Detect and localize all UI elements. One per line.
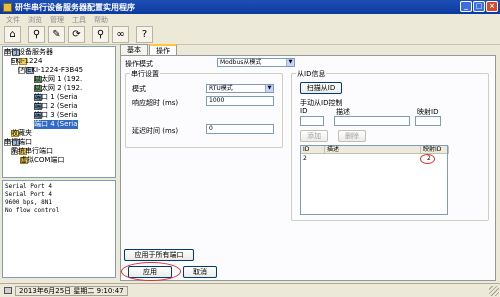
mode-label: 模式 xyxy=(132,85,146,93)
col-id[interactable]: ID xyxy=(301,146,325,154)
app-icon xyxy=(3,2,12,12)
cancel-button[interactable]: 取消 xyxy=(183,266,217,278)
menu-view[interactable]: 浏览 xyxy=(28,15,42,25)
serial-settings-title: 串行设置 xyxy=(130,69,160,79)
status-bar: 2013年6月25日 星期二 9:10:47 xyxy=(0,283,500,297)
tree-node-virtual-com[interactable]: 虚拟COM端口 xyxy=(4,156,114,165)
tree-node-eth1[interactable]: 以太网 1 (192. xyxy=(4,75,114,84)
status-datetime: 2013年6月25日 星期二 9:10:47 xyxy=(15,285,128,296)
col-description[interactable]: 描述 xyxy=(325,146,421,154)
edit-icon[interactable]: ✎ xyxy=(48,26,65,43)
title-bar: 研华串行设备服务器配置实用程序 _ □ × xyxy=(0,0,500,14)
chevron-down-icon[interactable]: ▼ xyxy=(286,59,294,66)
operation-panel: 操作模式 Modbus从模式 ▼ 串行设置 模式 RTU模式 ▼ 响应超时 (m… xyxy=(120,55,496,281)
row-id: 2 xyxy=(303,155,307,162)
tree-node-server[interactable]: - (*)EKI-1224-F3B45 xyxy=(4,66,114,75)
info-line: Serial Port 4 xyxy=(5,183,52,190)
computer-icon[interactable]: ⌂ xyxy=(4,26,21,43)
menu-file[interactable]: 文件 xyxy=(6,15,20,25)
tab-strip: 基本 操作 xyxy=(120,44,178,56)
add-button[interactable]: 添加 xyxy=(300,130,328,142)
window-title: 研华串行设备服务器配置实用程序 xyxy=(15,2,135,12)
chevron-down-icon[interactable]: ▼ xyxy=(265,85,273,92)
menu-tools[interactable]: 工具 xyxy=(72,15,86,25)
serial-settings-group: 串行设置 模式 RTU模式 ▼ 响应超时 (ms) 1000 延迟时间 (ms)… xyxy=(125,69,283,148)
highlight-circle xyxy=(420,154,435,164)
binoculars-icon[interactable]: ∞ xyxy=(112,26,129,43)
slave-id-list[interactable]: ID 描述 映射ID 2 2 xyxy=(300,145,449,215)
response-timeout-input[interactable]: 1000 xyxy=(206,96,274,106)
device-tree[interactable]: - 串行设备服务器 - EKI-1224 - (*)EKI-1224-F3B45 以太… xyxy=(2,46,116,178)
info-line: Serial Port 4 xyxy=(5,191,52,198)
scan-slave-id-button[interactable]: 扫描从ID xyxy=(300,82,342,94)
apply-all-ports-button[interactable]: 应用于所有端口 xyxy=(124,249,194,261)
mapped-id-input[interactable] xyxy=(415,116,441,126)
tree-node-favorites[interactable]: 收藏夹 xyxy=(4,129,114,138)
menu-bar: 文件 浏览 管理 工具 帮助 xyxy=(0,14,500,25)
tree-node-port3[interactable]: 端口 3 (Seria xyxy=(4,111,114,120)
info-line: No flow control xyxy=(5,207,60,214)
info-panel: Serial Port 4 Serial Port 4 9600 bps, 8N… xyxy=(2,180,116,278)
menu-manage[interactable]: 管理 xyxy=(50,15,64,25)
slave-id-group: 从ID信息 扫描从ID 手动从ID控制 ID 描述 映射ID 添加 删除 ID … xyxy=(291,69,489,221)
delete-button[interactable]: 删除 xyxy=(338,130,366,142)
tree-node-system-serial[interactable]: + 系统串行端口 xyxy=(4,147,114,156)
close-button[interactable]: × xyxy=(486,1,498,12)
id-input[interactable] xyxy=(300,116,324,126)
col-mapped-id[interactable]: 映射ID xyxy=(421,146,449,154)
menu-help[interactable]: 帮助 xyxy=(94,15,108,25)
minimize-button[interactable]: _ xyxy=(460,1,472,12)
status-icon xyxy=(4,287,12,294)
find-icon[interactable]: ⚲ xyxy=(92,26,109,43)
search-icon[interactable]: ⚲ xyxy=(28,26,45,43)
operation-mode-label: 操作模式 xyxy=(125,60,153,68)
apply-highlight-circle xyxy=(121,262,181,281)
toolbar: ⌂ ⚲ ✎ ⟳ ⚲ ∞ ? xyxy=(0,25,500,45)
delay-input[interactable]: 0 xyxy=(206,124,274,134)
description-input[interactable] xyxy=(334,116,410,126)
delay-label: 延迟时间 (ms) xyxy=(132,127,179,135)
mode-select[interactable]: RTU模式 ▼ xyxy=(206,84,274,93)
operation-mode-select[interactable]: Modbus从模式 ▼ xyxy=(217,58,295,67)
refresh-icon[interactable]: ⟳ xyxy=(68,26,85,43)
list-header: ID 描述 映射ID xyxy=(301,146,449,154)
slave-id-title: 从ID信息 xyxy=(296,69,327,79)
tree-node-port2[interactable]: 端口 2 (Seria xyxy=(4,102,114,111)
tree-node-root[interactable]: - 串行设备服务器 xyxy=(4,48,114,57)
help-icon[interactable]: ? xyxy=(136,26,153,43)
id-label: ID xyxy=(300,107,308,115)
tree-node-device[interactable]: - EKI-1224 xyxy=(4,57,114,66)
tree-node-port1[interactable]: 端口 1 (Seria xyxy=(4,93,114,102)
info-line: 9600 bps, 8N1 xyxy=(5,199,52,206)
tree-node-port4[interactable]: 端口 4 (Seria xyxy=(4,120,114,129)
response-timeout-label: 响应超时 (ms) xyxy=(132,99,179,107)
resize-grip[interactable] xyxy=(489,286,499,296)
mode-value: RTU模式 xyxy=(209,85,233,92)
operation-mode-value: Modbus从模式 xyxy=(220,59,262,66)
tree-node-serial-ports[interactable]: - 串行端口 xyxy=(4,138,114,147)
tree-node-eth2[interactable]: 以太网 2 (192. xyxy=(4,84,114,93)
tab-basic[interactable]: 基本 xyxy=(120,44,148,55)
maximize-button[interactable]: □ xyxy=(473,1,485,12)
